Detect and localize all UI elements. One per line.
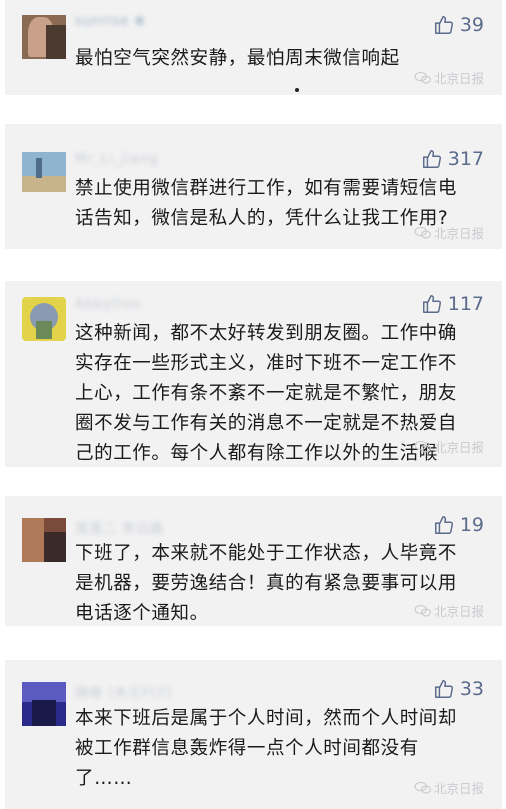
comment-username[interactable]: 落落二 李白路 [75,518,164,537]
avatar[interactable] [22,682,66,726]
watermark: 北京日报 [414,223,484,242]
wechat-icon [414,781,432,793]
like-count: 117 [447,293,484,315]
like-button[interactable]: 19 [433,514,484,536]
watermark: 北京日报 [414,601,484,620]
like-button[interactable]: 317 [421,148,484,170]
watermark-text: 北京日报 [433,781,484,796]
comment-username[interactable]: Mr_Li_Jiang [75,152,158,168]
like-button[interactable]: 33 [433,678,484,700]
avatar[interactable] [22,152,66,192]
avatar[interactable] [22,297,66,341]
like-button[interactable]: 39 [433,14,484,36]
thumbs-up-icon [434,516,453,534]
thumbs-up-icon [434,680,453,698]
wechat-icon [414,440,432,452]
comment-card: AbbyOoo 117 这种新闻，都不太好转发到朋友圈。工作中确实存在一些形式主… [5,281,502,467]
comment-card: 随缘 (木兰FLY) 33 本来下班后是属于个人时间，然而个人时间却被工作群信息… [5,660,502,809]
comment-card: Mr_Li_Jiang 317 禁止使用微信群进行工作，如有需要请短信电话告知，… [5,124,502,249]
like-count: 19 [459,514,484,536]
like-button[interactable]: 117 [421,293,484,315]
comment-username[interactable]: AbbyOoo [75,297,141,313]
watermark-text: 北京日报 [433,440,484,455]
watermark-text: 北京日报 [433,226,484,241]
comment-card: 落落二 李白路 19 下班了，本来就不能处于工作状态，人毕竟不是机器，要劳逸结合… [5,496,502,626]
dot [295,88,299,92]
avatar[interactable] [22,518,66,562]
watermark: 北京日报 [414,778,484,797]
wechat-icon [414,71,432,83]
comment-username[interactable]: 随缘 (木兰FLY) [75,682,172,701]
like-count: 317 [447,148,484,170]
wechat-icon [414,604,432,616]
like-count: 33 [459,678,484,700]
thumbs-up-icon [422,150,441,168]
watermark: 北京日报 [414,437,484,456]
avatar[interactable] [22,15,66,59]
comment-card: sunrise ❀ 39 最怕空气突然安静，最怕周末微信响起 北京日报 [5,0,502,95]
comment-username[interactable]: sunrise ❀ [75,14,146,30]
watermark: 北京日报 [414,68,484,87]
watermark-text: 北京日报 [433,71,484,86]
watermark-text: 北京日报 [433,604,484,619]
like-count: 39 [459,14,484,36]
thumbs-up-icon [434,16,453,34]
wechat-icon [414,226,432,238]
thumbs-up-icon [422,295,441,313]
